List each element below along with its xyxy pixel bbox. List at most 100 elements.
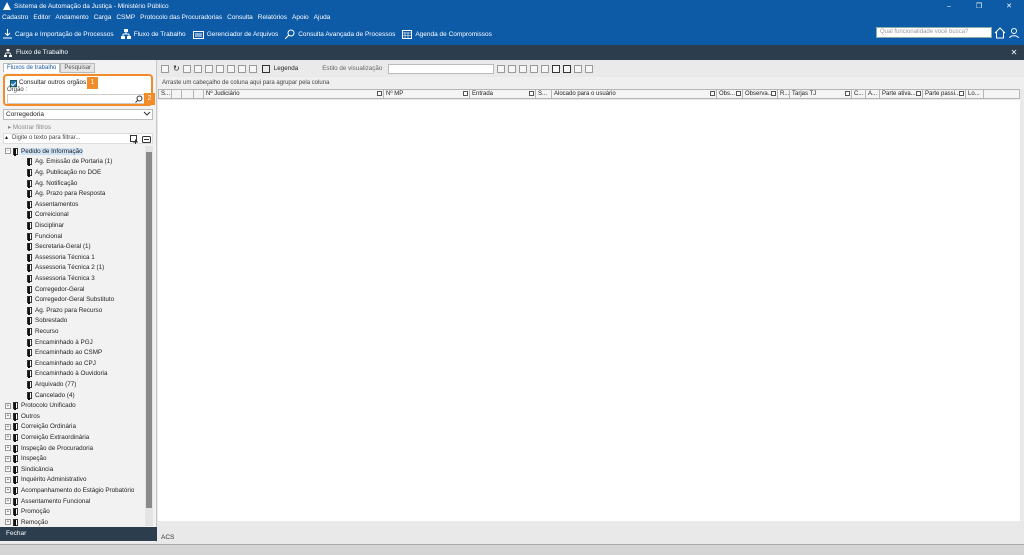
column-header[interactable]: Entrada	[470, 90, 536, 98]
tab-pesquisar[interactable]: Pesquisar	[60, 63, 96, 73]
mostrar-filtros-toggle[interactable]: ▸ Mostrar filtros	[8, 124, 51, 131]
consultar-outros-orgaos-checkbox[interactable]	[10, 80, 17, 87]
group-by-bar[interactable]: Arraste um cabeçalho de coluna aqui para…	[158, 77, 1024, 89]
column-header[interactable]: S...	[536, 90, 552, 98]
filter-options-icon[interactable]	[130, 135, 139, 144]
tree-item[interactable]: Sobrestado	[27, 316, 67, 327]
tree-scrollbar-thumb[interactable]	[146, 152, 152, 508]
expand-toggle-icon[interactable]: +	[5, 434, 11, 441]
tree-item[interactable]: Encaminhado à PGJ	[27, 337, 93, 348]
expand-toggle-icon[interactable]: +	[5, 487, 11, 494]
tree-item[interactable]: + Outros	[5, 411, 40, 422]
tree-item[interactable]: Corregedor-Geral Substituto	[27, 294, 114, 305]
minimize-button[interactable]: –	[934, 0, 964, 12]
column-filter-icon[interactable]	[710, 91, 715, 96]
column-filter-icon[interactable]	[529, 91, 534, 96]
new-icon[interactable]	[161, 64, 169, 73]
tree-item[interactable]: Recurso	[27, 326, 58, 337]
column-header[interactable]	[182, 90, 194, 98]
column-header[interactable]	[172, 90, 182, 98]
orgao-field[interactable]	[7, 94, 147, 104]
home-icon[interactable]	[994, 26, 1006, 40]
column-header[interactable]: C...	[852, 90, 866, 98]
tree-item[interactable]: Funcional	[27, 231, 62, 242]
estilo-select[interactable]	[388, 63, 495, 74]
corregedoria-select[interactable]: Corregedoria	[3, 109, 153, 120]
expand-toggle-icon[interactable]: +	[5, 413, 11, 420]
expand-toggle-icon[interactable]: +	[5, 423, 11, 430]
column-header[interactable]: Alocado para o usuário	[552, 90, 717, 98]
layout-icon[interactable]	[563, 64, 572, 73]
paste-icon[interactable]	[193, 64, 202, 73]
tree-item[interactable]: Secretaria-Geral (1)	[27, 241, 91, 252]
tree-item[interactable]: Ag. Publicação no DOE	[27, 167, 101, 178]
maximize-button[interactable]: ❐	[964, 0, 994, 12]
menu-csmp[interactable]: CSMP	[116, 14, 135, 21]
column-filter-icon[interactable]	[845, 91, 850, 96]
menu-consulta[interactable]: Consulta	[227, 14, 253, 21]
column-filter-icon[interactable]	[463, 91, 468, 96]
expand-toggle-icon[interactable]: +	[5, 498, 11, 505]
column-header[interactable]: Nº Judiciário	[204, 90, 384, 98]
column-header[interactable]: Tarjas TJ	[790, 90, 852, 98]
column-filter-icon[interactable]	[736, 91, 741, 96]
column-header[interactable]: R...	[778, 90, 790, 98]
carga-importacao-button[interactable]: Carga e Importação de Processos	[3, 29, 114, 39]
column-header[interactable]: Lo...	[966, 90, 984, 98]
tree-item[interactable]: + Assentamento Funcional	[5, 496, 90, 507]
column-header[interactable]: S...	[159, 90, 172, 98]
move-icon[interactable]	[237, 64, 246, 73]
tree-item[interactable]: Encaminhado à Ouvidoria	[27, 369, 107, 380]
collapse-icon[interactable]: ▴	[5, 134, 8, 141]
user-icon[interactable]	[1008, 26, 1020, 40]
tree-item[interactable]: Assessoria Técnica 1	[27, 252, 95, 263]
columns-icon[interactable]	[519, 64, 528, 73]
edit-icon[interactable]	[226, 64, 235, 73]
tree-item[interactable]: + Promoção	[5, 506, 50, 517]
consulta-avancada-button[interactable]: Consulta Avançada de Processos	[285, 29, 395, 39]
tree-item[interactable]: Encaminhado ao CPJ	[27, 358, 96, 369]
doc-icon[interactable]	[204, 64, 213, 73]
column-filter-icon[interactable]	[916, 91, 921, 96]
agenda-compromissos-button[interactable]: Agenda de Compromissos	[402, 29, 492, 39]
tree-scrollbar[interactable]	[145, 146, 153, 526]
expand-toggle-icon[interactable]: +	[5, 445, 11, 452]
save-layout-icon[interactable]	[497, 64, 506, 73]
tree-item[interactable]: Assessoria Técnica 2 (1)	[27, 263, 104, 274]
tree-item[interactable]: Cancelado (4)	[27, 390, 75, 401]
column-filter-icon[interactable]	[377, 91, 382, 96]
column-header[interactable]: Observa...	[743, 90, 778, 98]
expand-toggle-icon[interactable]: +	[5, 476, 11, 483]
expand-toggle-icon[interactable]: +	[5, 519, 11, 526]
grid-body[interactable]	[158, 100, 1020, 521]
feature-search-input[interactable]: Qual funcionalidade você busca?	[876, 27, 992, 38]
gerenciador-arquivos-button[interactable]: Gerenciador de Arquivos	[192, 30, 278, 39]
print2-icon[interactable]	[585, 64, 594, 73]
tree-item[interactable]: + Correição Extraordinária	[5, 432, 89, 443]
export-icon[interactable]	[574, 64, 583, 73]
close-button[interactable]: ✕	[994, 0, 1024, 12]
workflow-close-button[interactable]: ✕	[1004, 48, 1024, 57]
expand-toggle-icon[interactable]: +	[5, 466, 11, 473]
column-header[interactable]	[194, 90, 204, 98]
column-header[interactable]: Nº MP	[384, 90, 470, 98]
expand-toggle-icon[interactable]: +	[5, 455, 11, 462]
column-header[interactable]: A...	[866, 90, 880, 98]
refresh-icon[interactable]: ↻	[173, 64, 180, 73]
filter-icon[interactable]	[552, 64, 561, 73]
sort-icon[interactable]	[530, 64, 539, 73]
tree-item[interactable]: Assessoria Técnica 3	[27, 273, 95, 284]
expand-toggle-icon[interactable]: −	[5, 148, 11, 155]
tree-item[interactable]: Ag. Prazo para Resposta	[27, 188, 105, 199]
tree-item[interactable]: − Pedido de Informação	[5, 146, 83, 157]
menu-ajuda[interactable]: Ajuda	[314, 14, 331, 21]
menu-andamento[interactable]: Andamento	[55, 14, 88, 21]
menu-cadastro[interactable]: Cadastro	[2, 14, 28, 21]
fluxo-trabalho-button[interactable]: Fluxo de Trabalho	[120, 29, 186, 39]
expand-toggle-icon[interactable]: +	[5, 508, 11, 515]
tree-item[interactable]: Corregedor-Geral	[27, 284, 84, 295]
collapse-all-icon[interactable]	[142, 135, 151, 144]
menu-editor[interactable]: Editor	[33, 14, 50, 21]
tree-item[interactable]: + Inquérito Administrativo	[5, 475, 86, 486]
copy-icon[interactable]	[182, 64, 191, 73]
